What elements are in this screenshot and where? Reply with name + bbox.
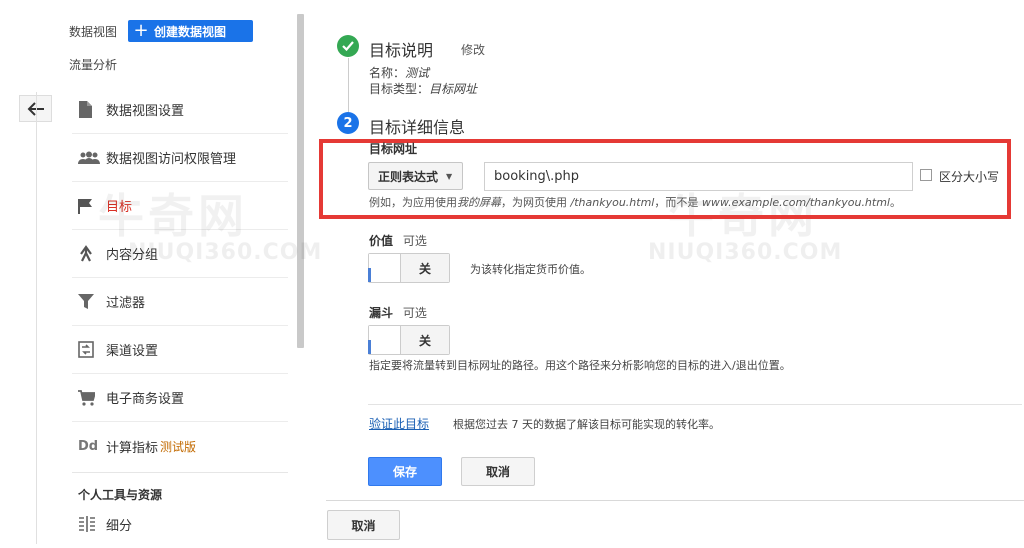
value-toggle-label: 关 [401,254,449,282]
sidebar-scrollbar[interactable] [297,14,304,348]
divider [36,92,37,544]
match-type-dropdown[interactable]: 正则表达式 ▼ [368,162,463,190]
divider [326,500,1024,501]
divider [368,404,1022,405]
users-icon [72,151,106,165]
dd-icon: Dd [78,438,99,454]
funnel-hint: 指定要将流量转到目标网址的路径。用这个路径来分析影响您的目标的进入/退出位置。 [369,359,791,372]
chevron-down-icon: ▼ [446,171,453,181]
create-view-button[interactable]: + 创建数据视图 [128,20,253,42]
case-sensitive-label: 区分大小写 [939,170,1000,184]
cart-icon [72,389,106,406]
edit-link[interactable]: 修改 [461,41,485,58]
footer-cancel-button[interactable]: 取消 [327,510,400,540]
document-icon [72,101,106,118]
funnel-toggle-label: 关 [401,326,449,354]
create-view-label: 创建数据视图 [154,24,227,39]
sidebar-item-calculated-metrics[interactable]: Dd 计算指标 测试版 [72,422,288,470]
goal-name-row: 名称：测试 [369,66,430,80]
step-number: 2 [337,112,359,134]
watermark-sub: NIUQI360.COM [648,240,843,265]
sidebar-item-filters[interactable]: 过滤器 [72,278,288,326]
value-label-row: 价值 可选 [369,234,427,248]
filter-icon [72,294,106,309]
funnel-label-row: 漏斗 可选 [369,306,427,320]
person-walking-icon [72,245,106,262]
sidebar-item-segments[interactable]: 细分 [72,500,288,548]
save-button[interactable]: 保存 [368,457,442,486]
goal-description-title: 目标说明 [369,41,434,60]
sidebar-item-view-settings[interactable]: 数据视图设置 [72,86,288,134]
goal-details-title: 目标详细信息 [369,118,466,137]
sidebar-item-channel-settings[interactable]: 渠道设置 [72,326,288,374]
funnel-toggle[interactable]: 关 [368,325,450,355]
verify-hint: 根据您过去 7 天的数据了解该目标可能实现的转化率。 [453,418,720,431]
verify-goal-link[interactable]: 验证此目标 [369,415,429,432]
destination-example: 例如，为应用使用我的屏幕，为网页使用 /thankyou.html，而不是 ww… [369,196,901,209]
step-connector [348,58,349,112]
channel-icon [72,341,106,358]
plus-icon: + [133,20,149,41]
cancel-button[interactable]: 取消 [461,457,535,486]
flag-icon [72,198,106,214]
goal-type-row: 目标类型：目标网址 [369,82,478,96]
beta-badge: 测试版 [160,439,197,454]
destination-input[interactable] [484,162,913,191]
sidebar-item-access-management[interactable]: 数据视图访问权限管理 [72,134,288,182]
view-label: 数据视图 [69,25,118,39]
segments-icon [72,516,106,532]
sidebar-item-content-grouping[interactable]: 内容分组 [72,230,288,278]
value-hint: 为该转化指定货币价值。 [470,263,591,276]
sidebar-item-goals[interactable]: 目标 [72,182,288,230]
section-title: 流量分析 [69,58,118,72]
divider [72,472,288,473]
sidebar-item-ecommerce[interactable]: 电子商务设置 [72,374,288,422]
destination-label: 目标网址 [369,142,418,156]
value-toggle[interactable]: 关 [368,253,450,283]
sidebar: 数据视图 + 创建数据视图 流量分析 数据视图设置 数据视图访问权限管理 目标 … [0,0,306,544]
case-sensitive-checkbox[interactable] [920,169,932,181]
check-icon [337,35,359,57]
